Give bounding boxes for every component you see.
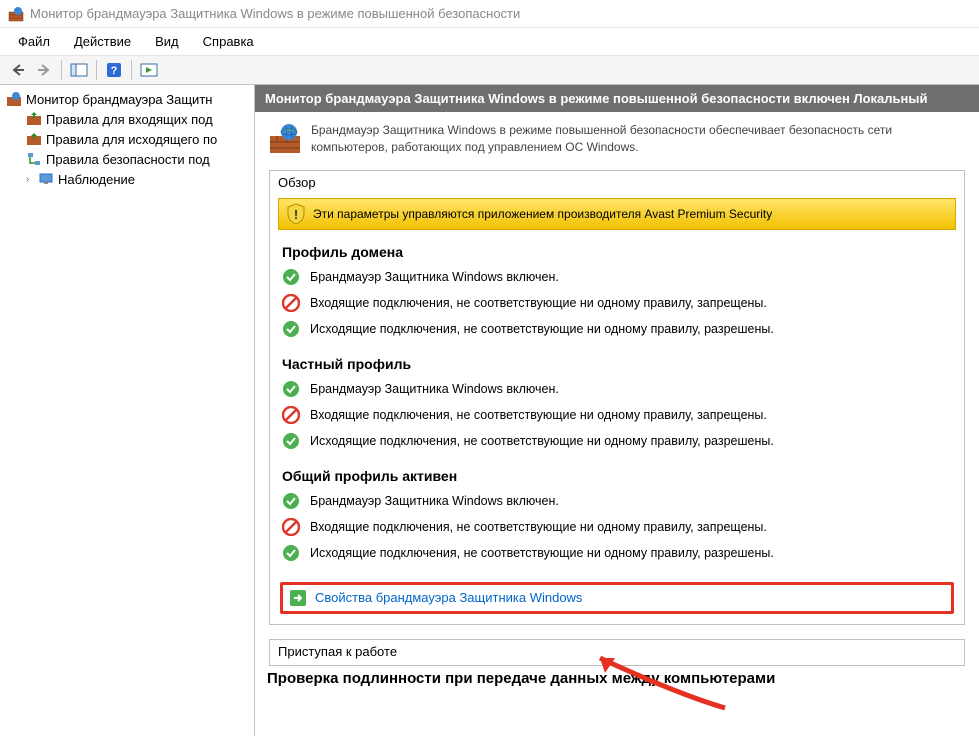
- block-icon: [282, 406, 300, 424]
- status-row: Входящие подключения, не соответствующие…: [282, 514, 952, 540]
- menubar: Файл Действие Вид Справка: [0, 28, 979, 55]
- tree-consec-label: Правила безопасности под: [46, 152, 210, 167]
- titlebar: Монитор брандмауэра Защитника Windows в …: [0, 0, 979, 28]
- export-list-button[interactable]: [137, 59, 161, 81]
- show-hide-tree-button[interactable]: [67, 59, 91, 81]
- getting-started-heading: Проверка подлинности при передаче данных…: [255, 666, 979, 691]
- firewall-globe-icon: [269, 122, 301, 154]
- overview-title: Обзор: [270, 171, 964, 194]
- status-row: Брандмауэр Защитника Windows включен.: [282, 376, 952, 402]
- menu-help[interactable]: Справка: [191, 30, 266, 53]
- status-text: Брандмауэр Защитника Windows включен.: [310, 270, 559, 284]
- check-icon: [282, 268, 300, 286]
- tree-inbound-rules[interactable]: Правила для входящих под: [0, 109, 254, 129]
- intro-text: Брандмауэр Защитника Windows в режиме по…: [311, 122, 965, 156]
- intro-row: Брандмауэр Защитника Windows в режиме по…: [255, 112, 979, 166]
- window-title: Монитор брандмауэра Защитника Windows в …: [30, 6, 520, 21]
- tree: Монитор брандмауэра Защитн Правила для в…: [0, 85, 254, 193]
- status-text: Брандмауэр Защитника Windows включен.: [310, 382, 559, 396]
- check-icon: [282, 320, 300, 338]
- help-button[interactable]: ?: [102, 59, 126, 81]
- firewall-app-icon: [8, 6, 24, 22]
- tree-monitoring[interactable]: › Наблюдение: [0, 169, 254, 189]
- menu-action[interactable]: Действие: [62, 30, 143, 53]
- status-row: Входящие подключения, не соответствующие…: [282, 290, 952, 316]
- status-row: Исходящие подключения, не соответствующи…: [282, 316, 952, 342]
- status-row: Исходящие подключения, не соответствующи…: [282, 540, 952, 566]
- status-text: Входящие подключения, не соответствующие…: [310, 296, 767, 310]
- overview-section: Обзор ! Эти параметры управляются прилож…: [269, 170, 965, 625]
- svg-text:?: ?: [111, 65, 118, 77]
- link-arrow-icon: [289, 589, 307, 607]
- tree-outbound-rules[interactable]: Правила для исходящего по: [0, 129, 254, 149]
- tree-monitor-label: Наблюдение: [58, 172, 135, 187]
- toolbar: ?: [0, 55, 979, 85]
- status-row: Исходящие подключения, не соответствующи…: [282, 428, 952, 454]
- profile-block: Общий профиль активен Брандмауэр Защитник…: [270, 464, 964, 576]
- check-icon: [282, 432, 300, 450]
- firewall-properties-link-row: Свойства брандмауэра Защитника Windows: [280, 582, 954, 614]
- vendor-warning-bar: ! Эти параметры управляются приложением …: [278, 198, 956, 230]
- panel-header: Монитор брандмауэра Защитника Windows в …: [255, 85, 979, 112]
- toolbar-separator: [61, 60, 62, 80]
- main-split: Монитор брандмауэра Защитн Правила для в…: [0, 85, 979, 736]
- forward-button[interactable]: [32, 59, 56, 81]
- status-text: Входящие подключения, не соответствующие…: [310, 520, 767, 534]
- firewall-icon: [6, 91, 22, 107]
- block-icon: [282, 294, 300, 312]
- monitor-icon: [38, 171, 54, 187]
- block-icon: [282, 518, 300, 536]
- getting-started-section: Приступая к работе: [269, 639, 965, 666]
- status-text: Исходящие подключения, не соответствующи…: [310, 546, 774, 560]
- status-text: Входящие подключения, не соответствующие…: [310, 408, 767, 422]
- status-text: Исходящие подключения, не соответствующи…: [310, 322, 774, 336]
- check-icon: [282, 492, 300, 510]
- expand-icon[interactable]: ›: [26, 174, 38, 185]
- tree-pane: Монитор брандмауэра Защитн Правила для в…: [0, 85, 255, 736]
- status-row: Входящие подключения, не соответствующие…: [282, 402, 952, 428]
- status-text: Исходящие подключения, не соответствующи…: [310, 434, 774, 448]
- svg-text:!: !: [294, 207, 298, 222]
- profile-block: Частный профиль Брандмауэр Защитника Wind…: [270, 352, 964, 464]
- outbound-icon: [26, 131, 42, 147]
- warning-shield-icon: !: [285, 203, 307, 225]
- status-row: Брандмауэр Защитника Windows включен.: [282, 488, 952, 514]
- back-button[interactable]: [6, 59, 30, 81]
- consec-icon: [26, 151, 42, 167]
- tree-inbound-label: Правила для входящих под: [46, 112, 213, 127]
- profile-title: Частный профиль: [282, 352, 952, 376]
- tree-root[interactable]: Монитор брандмауэра Защитн: [0, 89, 254, 109]
- profile-title: Общий профиль активен: [282, 464, 952, 488]
- tree-root-label: Монитор брандмауэра Защитн: [26, 92, 212, 107]
- menu-view[interactable]: Вид: [143, 30, 191, 53]
- toolbar-separator: [131, 60, 132, 80]
- profile-block: Профиль домена Брандмауэр Защитника Windo…: [270, 240, 964, 352]
- tree-outbound-label: Правила для исходящего по: [46, 132, 217, 147]
- firewall-properties-link[interactable]: Свойства брандмауэра Защитника Windows: [315, 590, 582, 605]
- check-icon: [282, 544, 300, 562]
- content-pane: Монитор брандмауэра Защитника Windows в …: [255, 85, 979, 736]
- status-text: Брандмауэр Защитника Windows включен.: [310, 494, 559, 508]
- profile-title: Профиль домена: [282, 240, 952, 264]
- status-row: Брандмауэр Защитника Windows включен.: [282, 264, 952, 290]
- check-icon: [282, 380, 300, 398]
- menu-file[interactable]: Файл: [6, 30, 62, 53]
- vendor-warning-text: Эти параметры управляются приложением пр…: [313, 207, 772, 221]
- toolbar-separator: [96, 60, 97, 80]
- inbound-icon: [26, 111, 42, 127]
- tree-consec-rules[interactable]: Правила безопасности под: [0, 149, 254, 169]
- getting-started-title: Приступая к работе: [270, 640, 964, 663]
